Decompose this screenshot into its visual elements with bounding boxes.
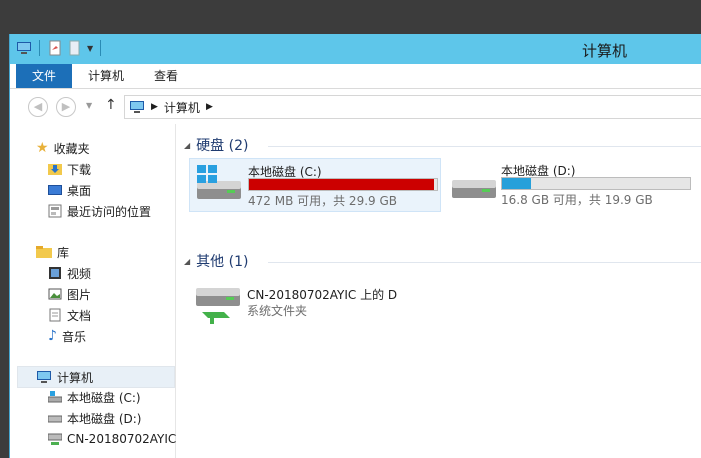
nav-label: 文档	[67, 308, 92, 323]
title-bar: ▼ 计算机	[10, 34, 701, 64]
music-note-icon: ♪	[48, 328, 57, 344]
desktop-icon	[48, 185, 62, 195]
network-drive-icon	[196, 288, 240, 324]
system-drive-icon	[197, 165, 241, 199]
library-icon	[36, 246, 52, 258]
tab-view[interactable]: 查看	[148, 64, 184, 88]
recent-places-icon	[48, 204, 62, 218]
nav-item-documents[interactable]: 文档	[48, 305, 91, 325]
nav-label: 视频	[67, 266, 92, 281]
drive-d[interactable]: 本地磁盘 (D:) 16.8 GB 可用，共 19.9 GB	[444, 158, 694, 210]
navigation-pane: ★ 收藏夹 下载 桌面 最近访问的位置 库 视频 图片 文档 ♪ 音乐 计算机 …	[10, 124, 176, 458]
pictures-icon	[48, 288, 62, 300]
customize-toolbar-dropdown[interactable]: ▼	[87, 44, 93, 53]
address-bar[interactable]: ▶ 计算机 ▶	[124, 95, 701, 119]
computer-icon[interactable]	[16, 40, 32, 56]
window-title: 计算机	[582, 42, 628, 60]
usage-bar	[248, 178, 438, 191]
navigation-bar: ◀ ▶ ▼ ↑ ▶ 计算机 ▶	[10, 89, 701, 123]
usage-bar-fill	[502, 178, 532, 189]
documents-icon	[49, 308, 61, 322]
videos-icon	[49, 267, 61, 279]
forward-button[interactable]: ▶	[56, 97, 76, 117]
nav-computer[interactable]: 计算机	[17, 366, 175, 388]
nav-item-drive-d[interactable]: 本地磁盘 (D:)	[48, 408, 141, 428]
nav-favorites[interactable]: ★ 收藏夹	[36, 138, 90, 158]
group-header: 硬盘 (2)	[196, 138, 249, 154]
star-icon: ★	[36, 140, 49, 156]
hard-drive-icon	[48, 415, 62, 423]
new-folder-icon[interactable]	[67, 40, 83, 56]
group-divider	[268, 262, 701, 263]
system-drive-icon	[48, 391, 62, 403]
group-other[interactable]: ◢ 其他 (1)	[184, 251, 248, 271]
nav-item-music[interactable]: ♪ 音乐	[48, 326, 86, 346]
nav-item-network-drive[interactable]: CN-20180702AYIC	[48, 429, 176, 449]
nav-label: 图片	[67, 287, 92, 302]
collapse-triangle-icon[interactable]: ◢	[184, 257, 190, 266]
nav-item-pictures[interactable]: 图片	[48, 284, 91, 304]
computer-icon	[37, 371, 51, 383]
nav-label: 本地磁盘 (C:)	[67, 390, 141, 405]
drive-space: 472 MB 可用，共 29.9 GB	[248, 194, 397, 208]
nav-label: 下载	[67, 162, 92, 177]
nav-label: CN-20180702AYIC	[67, 432, 177, 446]
ribbon-tabs: 文件 计算机 查看	[10, 64, 701, 89]
hard-drive-icon	[452, 180, 496, 198]
tab-file[interactable]: 文件	[16, 64, 72, 88]
breadcrumb-chevron-icon[interactable]: ▶	[151, 102, 158, 112]
recent-locations-dropdown[interactable]: ▼	[86, 101, 92, 110]
breadcrumb-chevron-icon[interactable]: ▶	[206, 102, 213, 112]
nav-item-recent-places[interactable]: 最近访问的位置	[48, 201, 151, 221]
properties-icon[interactable]	[47, 40, 63, 56]
nav-label: 计算机	[57, 370, 94, 385]
explorer-window: ▼ 计算机 文件 计算机 查看 ◀ ▶ ▼ ↑ ▶ 计算机 ▶ ★ 收藏夹 下载	[9, 34, 701, 458]
nav-item-desktop[interactable]: 桌面	[48, 180, 91, 200]
network-drive-icon	[48, 433, 62, 445]
tab-computer[interactable]: 计算机	[82, 64, 130, 88]
group-divider	[268, 146, 701, 147]
network-location-d[interactable]: CN-20180702AYIC 上的 D 系统文件夹	[189, 280, 439, 332]
toolbar-separator	[100, 40, 102, 56]
usage-bar-fill	[249, 179, 435, 190]
up-arrow-icon[interactable]: ↑	[105, 97, 117, 113]
back-button[interactable]: ◀	[28, 97, 48, 117]
group-header: 其他 (1)	[196, 254, 249, 270]
nav-item-videos[interactable]: 视频	[48, 263, 91, 283]
downloads-folder-icon	[48, 164, 62, 175]
nav-item-downloads[interactable]: 下载	[48, 159, 91, 179]
nav-libraries[interactable]: 库	[36, 242, 69, 262]
nav-item-drive-c[interactable]: 本地磁盘 (C:)	[48, 387, 141, 407]
nav-label: 本地磁盘 (D:)	[67, 411, 142, 426]
group-hard-drives[interactable]: ◢ 硬盘 (2)	[184, 135, 248, 155]
nav-label: 最近访问的位置	[67, 204, 152, 219]
computer-icon	[130, 101, 144, 113]
item-type: 系统文件夹	[247, 304, 308, 318]
breadcrumb-computer[interactable]: 计算机	[164, 99, 200, 116]
nav-label: 收藏夹	[53, 141, 90, 156]
quick-access-toolbar: ▼	[16, 40, 104, 56]
item-name: CN-20180702AYIC 上的 D	[247, 288, 398, 302]
toolbar-separator	[39, 40, 40, 56]
drive-space: 16.8 GB 可用，共 19.9 GB	[501, 193, 653, 207]
usage-bar	[501, 177, 691, 190]
nav-label: 库	[57, 245, 70, 260]
drive-c[interactable]: 本地磁盘 (C:) 472 MB 可用，共 29.9 GB	[189, 158, 441, 212]
collapse-triangle-icon[interactable]: ◢	[184, 141, 190, 150]
nav-label: 音乐	[61, 329, 86, 344]
content-pane: ◢ 硬盘 (2) 本地磁盘 (C:) 472 MB 可用，共 29.9 GB 本…	[176, 124, 701, 458]
nav-label: 桌面	[67, 183, 92, 198]
